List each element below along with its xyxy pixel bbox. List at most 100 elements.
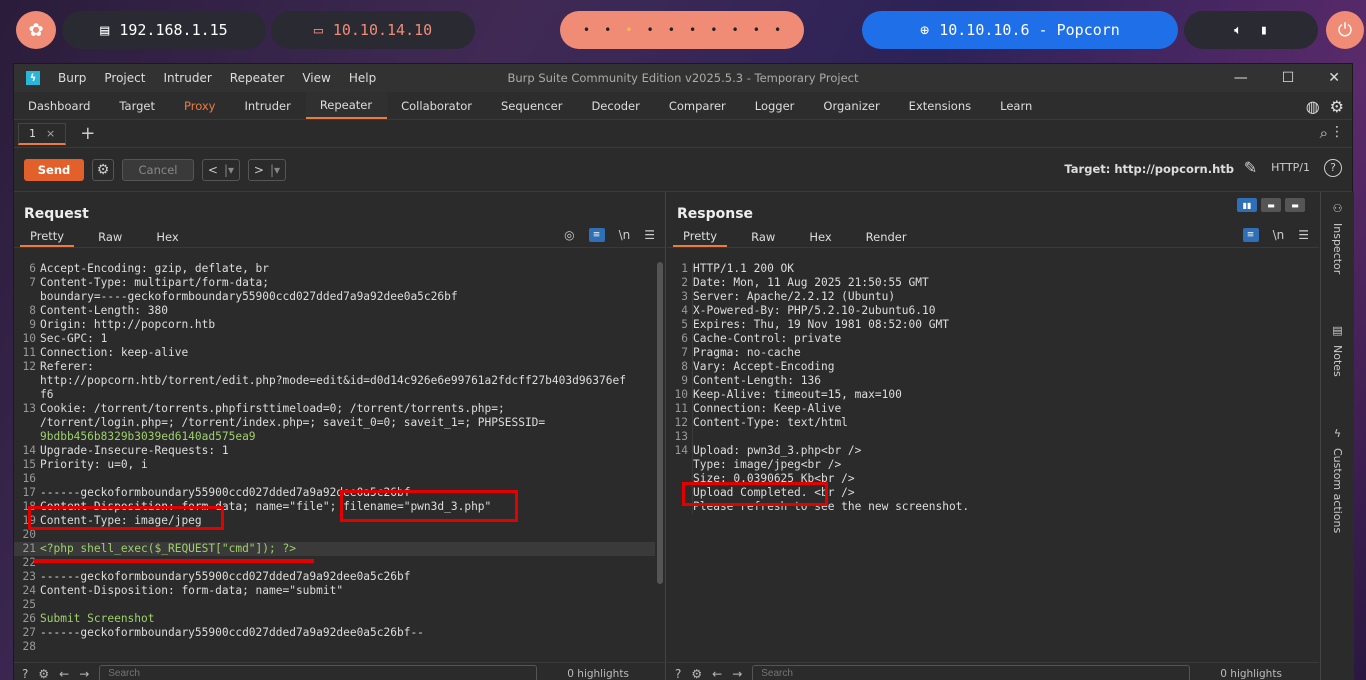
- history-back-button[interactable]: < |▾: [202, 158, 240, 181]
- menu-lines-icon[interactable]: ☰: [644, 228, 655, 242]
- tab-intruder[interactable]: Intruder: [231, 92, 306, 119]
- code-line[interactable]: 15 Priority: u=0, i: [14, 458, 655, 472]
- code-line[interactable]: 8 Vary: Accept-Encoding: [667, 360, 1309, 374]
- tab-dashboard[interactable]: Dashboard: [14, 92, 105, 119]
- request-scrollbar[interactable]: [657, 262, 663, 584]
- workspaces-widget[interactable]: • • • • • • • • • •: [560, 11, 804, 49]
- code-line[interactable]: /torrent/login.php=; /torrent/index.php=…: [14, 416, 655, 430]
- menu-item-intruder[interactable]: Intruder: [163, 71, 211, 85]
- next-match-arrow-icon[interactable]: →: [79, 667, 89, 680]
- battery-icon[interactable]: ▮: [1260, 23, 1268, 38]
- workspace-dot[interactable]: •: [731, 23, 738, 37]
- target-widget[interactable]: ⊕ 10.10.10.6 - Popcorn: [862, 11, 1178, 49]
- repeater-tab-1[interactable]: 1 ×: [18, 122, 67, 145]
- code-line[interactable]: 12 Content-Type: text/html: [667, 416, 1309, 430]
- tab-decoder[interactable]: Decoder: [577, 92, 654, 119]
- help-icon[interactable]: ?: [22, 667, 28, 680]
- code-line[interactable]: 23 ------geckoformboundary55900ccd027dded…: [14, 570, 655, 584]
- edit-target-pencil-icon[interactable]: ✎: [1244, 158, 1257, 177]
- hide-eye-icon[interactable]: ◎: [564, 228, 574, 242]
- globe-icon[interactable]: ◍: [1306, 97, 1320, 116]
- next-match-arrow-icon[interactable]: →: [732, 667, 742, 680]
- sidebar-item-inspector[interactable]: ⚇ Inspector: [1321, 192, 1354, 274]
- sidebar-item-custom-actions[interactable]: ϟ Custom actions: [1321, 417, 1354, 533]
- code-line[interactable]: 11 Connection: Keep-Alive: [667, 402, 1309, 416]
- code-line[interactable]: 1 HTTP/1.1 200 OK: [667, 262, 1309, 276]
- code-line[interactable]: 24 Content-Disposition: form-data; name="…: [14, 584, 655, 598]
- code-line[interactable]: 10 Keep-Alive: timeout=15, max=100: [667, 388, 1309, 402]
- host-ip-widget[interactable]: ▤ 192.168.1.15: [62, 11, 266, 49]
- code-line[interactable]: 3 Server: Apache/2.2.12 (Ubuntu): [667, 290, 1309, 304]
- workspace-dot[interactable]: •: [668, 23, 675, 37]
- code-line[interactable]: 14 Upgrade-Insecure-Requests: 1: [14, 444, 655, 458]
- code-line[interactable]: boundary=----geckoformboundary55900ccd02…: [14, 290, 655, 304]
- more-vertical-icon[interactable]: ⋮: [1330, 124, 1344, 140]
- code-line[interactable]: http://popcorn.htb/torrent/edit.php?mode…: [14, 374, 655, 388]
- workspace-dot[interactable]: •: [710, 23, 717, 37]
- settings-gear-icon[interactable]: ⚙: [1330, 97, 1344, 116]
- request-tab-raw[interactable]: Raw: [88, 226, 132, 247]
- tab-extensions[interactable]: Extensions: [895, 92, 986, 119]
- code-line[interactable]: 25: [14, 598, 655, 612]
- workspace-dot[interactable]: •: [604, 23, 611, 37]
- code-line[interactable]: f6: [14, 388, 655, 402]
- response-tab-raw[interactable]: Raw: [741, 226, 785, 247]
- split-horizontal-icon[interactable]: ▮▮: [1237, 198, 1257, 212]
- code-line[interactable]: Type: image/jpeg<br />: [667, 458, 1309, 472]
- workspace-dot[interactable]: •: [689, 23, 696, 37]
- code-line[interactable]: 26 Submit Screenshot: [14, 612, 655, 626]
- request-tab-pretty[interactable]: Pretty: [20, 226, 75, 247]
- target-label[interactable]: Target: http://popcorn.htb: [1064, 162, 1234, 176]
- wrap-lines-icon[interactable]: ≡: [588, 228, 605, 242]
- power-button[interactable]: ⏻: [1326, 11, 1364, 49]
- code-line[interactable]: 11 Connection: keep-alive: [14, 346, 655, 360]
- menu-item-repeater[interactable]: Repeater: [230, 71, 285, 85]
- response-tab-hex[interactable]: Hex: [799, 226, 841, 247]
- response-editor[interactable]: 1 HTTP/1.1 200 OK 2 Date: Mon, 11 Aug 2025 …: [667, 262, 1309, 662]
- code-line[interactable]: 6 Cache-Control: private: [667, 332, 1309, 346]
- code-line[interactable]: 20: [14, 528, 655, 542]
- code-line[interactable]: 7 Pragma: no-cache: [667, 346, 1309, 360]
- menu-item-help[interactable]: Help: [349, 71, 376, 85]
- tab-sequencer[interactable]: Sequencer: [487, 92, 577, 119]
- code-line[interactable]: 2 Date: Mon, 11 Aug 2025 21:50:55 GMT: [667, 276, 1309, 290]
- help-icon[interactable]: ?: [675, 667, 681, 680]
- menu-lines-icon[interactable]: ☰: [1298, 228, 1309, 242]
- protocol-label[interactable]: HTTP/1: [1271, 161, 1310, 174]
- code-line[interactable]: 13 Cookie: /torrent/torrents.phpfirsttime…: [14, 402, 655, 416]
- code-line[interactable]: 9bdbb456b8329b3039ed6140ad575ea9: [14, 430, 655, 444]
- response-tab-render[interactable]: Render: [856, 226, 917, 247]
- single-view-icon[interactable]: ▬: [1285, 198, 1305, 212]
- response-search-input[interactable]: [752, 664, 1191, 680]
- newline-icon[interactable]: \n: [1273, 228, 1285, 242]
- search-settings-gear-icon[interactable]: ⚙: [691, 667, 702, 680]
- tab-learn[interactable]: Learn: [986, 92, 1047, 119]
- search-settings-gear-icon[interactable]: ⚙: [38, 667, 49, 680]
- tab-logger[interactable]: Logger: [741, 92, 810, 119]
- tab-collaborator[interactable]: Collaborator: [387, 92, 487, 119]
- code-line[interactable]: 6 Accept-Encoding: gzip, deflate, br: [14, 262, 655, 276]
- menu-item-project[interactable]: Project: [104, 71, 145, 85]
- cancel-button[interactable]: Cancel: [122, 158, 194, 181]
- tray-widget[interactable]: 🔈︎ ▮: [1184, 11, 1318, 49]
- code-line[interactable]: 10 Sec-GPC: 1: [14, 332, 655, 346]
- code-line[interactable]: 14 Upload: pwn3d_3.php<br />: [667, 444, 1309, 458]
- workspace-dot[interactable]: •: [753, 23, 760, 37]
- minimize-icon[interactable]: —: [1234, 70, 1248, 86]
- code-line[interactable]: 27 ------geckoformboundary55900ccd027dded…: [14, 626, 655, 640]
- sidebar-item-notes[interactable]: ▤ Notes: [1321, 314, 1354, 377]
- add-tab-icon[interactable]: +: [80, 123, 95, 144]
- request-editor[interactable]: 6 Accept-Encoding: gzip, deflate, br 7 Cont…: [14, 262, 655, 662]
- code-line[interactable]: 13: [667, 430, 1309, 444]
- maximize-icon[interactable]: ☐: [1282, 70, 1295, 86]
- code-line[interactable]: 9 Origin: http://popcorn.htb: [14, 318, 655, 332]
- kali-menu-button[interactable]: ✿: [16, 11, 56, 49]
- close-tab-icon[interactable]: ×: [46, 127, 55, 140]
- request-search-input[interactable]: [99, 664, 538, 680]
- code-line[interactable]: 8 Content-Length: 380: [14, 304, 655, 318]
- menu-item-burp[interactable]: Burp: [58, 71, 86, 85]
- code-line[interactable]: 16: [14, 472, 655, 486]
- code-line[interactable]: 5 Expires: Thu, 19 Nov 1981 08:52:00 GMT: [667, 318, 1309, 332]
- code-line[interactable]: 28: [14, 640, 655, 654]
- code-line[interactable]: 17 ------geckoformboundary55900ccd027dded…: [14, 486, 655, 500]
